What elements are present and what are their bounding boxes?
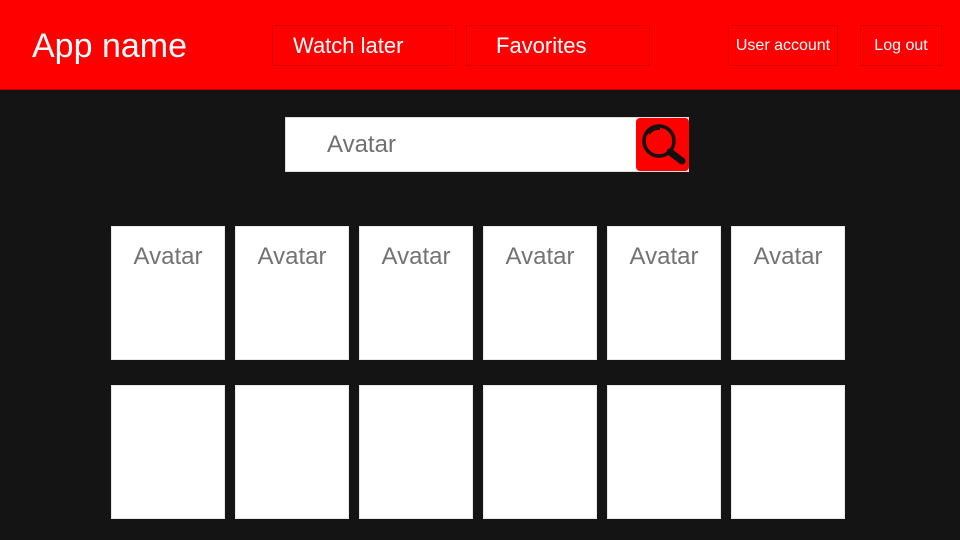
result-card[interactable] xyxy=(111,385,225,519)
magnifier-icon xyxy=(641,123,685,164)
result-card[interactable] xyxy=(483,385,597,519)
result-card-title: Avatar xyxy=(257,243,327,270)
watch-later-button[interactable]: Watch later xyxy=(272,25,456,66)
app-header: App name Watch later Favorites User acco… xyxy=(0,0,960,90)
result-card[interactable]: Avatar xyxy=(483,226,597,360)
favorites-button[interactable]: Favorites xyxy=(466,25,650,66)
result-card-title: Avatar xyxy=(629,243,699,270)
result-card[interactable]: Avatar xyxy=(235,226,349,360)
result-card[interactable] xyxy=(607,385,721,519)
search-bar xyxy=(285,117,689,172)
log-out-button[interactable]: Log out xyxy=(860,25,942,66)
search-button[interactable] xyxy=(636,118,689,171)
result-card-title: Avatar xyxy=(133,243,203,270)
results-grid: Avatar Avatar Avatar Avatar Avatar Avata… xyxy=(111,226,845,519)
app-name: App name xyxy=(32,27,187,65)
result-card[interactable]: Avatar xyxy=(359,226,473,360)
result-card[interactable] xyxy=(235,385,349,519)
result-card-title: Avatar xyxy=(753,243,823,270)
user-account-button[interactable]: User account xyxy=(728,25,838,66)
result-card[interactable]: Avatar xyxy=(607,226,721,360)
result-card-title: Avatar xyxy=(505,243,575,270)
result-card-title: Avatar xyxy=(381,243,451,270)
result-card[interactable]: Avatar xyxy=(111,226,225,360)
result-card[interactable] xyxy=(359,385,473,519)
result-card[interactable] xyxy=(731,385,845,519)
search-input[interactable] xyxy=(286,118,634,171)
result-card[interactable]: Avatar xyxy=(731,226,845,360)
